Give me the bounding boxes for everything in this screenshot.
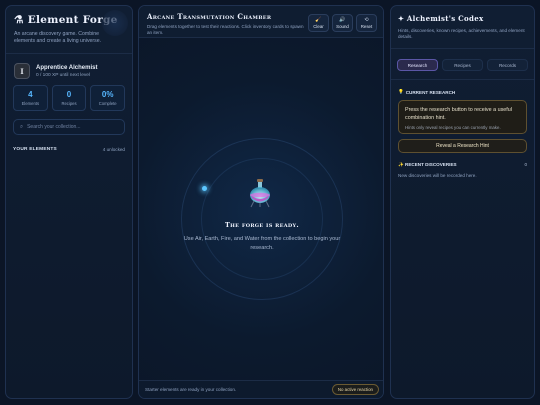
stat-value: 0% bbox=[101, 90, 114, 100]
search-box[interactable]: ⌕ bbox=[13, 119, 125, 136]
reset-button[interactable]: ⟲ Reset bbox=[356, 14, 377, 32]
lightbulb-icon: 💡 bbox=[398, 89, 404, 95]
rank-name: Apprentice Alchemist bbox=[36, 64, 98, 71]
forge-workspace[interactable]: The forge is ready. Use Air, Earth, Fire… bbox=[139, 38, 383, 382]
inner-ring bbox=[201, 158, 323, 280]
stats-row: 4 Elements 0 Recipes 0% Complete bbox=[6, 85, 132, 112]
floating-orb bbox=[202, 186, 207, 191]
stat-value: 4 bbox=[28, 90, 33, 100]
reveal-hint-button[interactable]: Reveal a Research Hint bbox=[398, 139, 527, 154]
discoveries-header: ✨ RECENT DISCOVERIES 0 bbox=[391, 162, 534, 168]
alembic-icon: ⚗ bbox=[14, 14, 24, 26]
codex-title: ✦ Alchemist's Codex bbox=[398, 14, 527, 23]
codex-tabs: Research Recipes Records bbox=[391, 59, 534, 72]
app-subtitle: An arcane discovery game. Combine elemen… bbox=[14, 31, 102, 45]
search-icon: ⌕ bbox=[20, 123, 24, 130]
app-window: ⚗ Element Forge An arcane discovery game… bbox=[0, 0, 540, 405]
decorative-orb bbox=[102, 10, 128, 36]
reaction-badge: No active reaction bbox=[331, 384, 379, 395]
broom-icon: 🧹 bbox=[315, 17, 322, 23]
codex-title-text: Alchemist's Codex bbox=[406, 14, 484, 23]
transmutation-chamber: Arcane Transmutation Chamber Drag elemen… bbox=[138, 5, 384, 399]
tab-records[interactable]: Records bbox=[487, 59, 528, 72]
stat-complete: 0% Complete bbox=[90, 85, 126, 112]
chamber-header: Arcane Transmutation Chamber Drag elemen… bbox=[139, 6, 383, 38]
codex-header: ✦ Alchemist's Codex Hints, discoveries, … bbox=[391, 6, 534, 40]
sparkle-icon: ✦ bbox=[398, 14, 405, 23]
brand-header: ⚗ Element Forge An arcane discovery game… bbox=[6, 6, 132, 45]
sound-label: Sound bbox=[336, 24, 349, 29]
forge-status-text: Use Air, Earth, Fire, and Water from the… bbox=[183, 236, 341, 251]
elements-count: 4 unlocked bbox=[102, 147, 125, 153]
forge-status-title: The forge is ready. bbox=[225, 221, 299, 229]
tab-recipes[interactable]: Recipes bbox=[442, 59, 483, 72]
discoveries-count: 0 bbox=[524, 162, 527, 168]
rank-card: I Apprentice Alchemist 0 / 100 XP until … bbox=[6, 54, 132, 85]
hint-box: Press the research button to receive a u… bbox=[398, 100, 527, 135]
sparkles-icon: ✨ bbox=[398, 162, 404, 168]
tab-research[interactable]: Research bbox=[397, 59, 438, 72]
research-section-title: 💡 CURRENT RESEARCH bbox=[391, 89, 534, 95]
chamber-toolbar: 🧹 Clear 🔊 Sound ⟲ Reset bbox=[308, 14, 377, 32]
stat-value: 0 bbox=[66, 90, 72, 100]
rank-xp: 0 / 100 XP until next level bbox=[36, 72, 91, 78]
elements-header: YOUR ELEMENTS 4 unlocked bbox=[6, 135, 132, 152]
stat-recipes: 0 Recipes bbox=[51, 85, 87, 112]
inventory-panel: ⚗ Element Forge An arcane discovery game… bbox=[5, 5, 133, 399]
divider bbox=[391, 48, 534, 50]
stat-label: Recipes bbox=[61, 101, 77, 107]
stat-elements: 4 Elements bbox=[13, 85, 48, 112]
discoveries-title-text: RECENT DISCOVERIES bbox=[405, 162, 457, 168]
research-title-text: CURRENT RESEARCH bbox=[405, 89, 456, 95]
chamber-subtitle: Drag elements together to test their rea… bbox=[147, 24, 304, 35]
elements-title: YOUR ELEMENTS bbox=[13, 147, 57, 153]
footer-status: Starter elements are ready in your colle… bbox=[145, 387, 237, 392]
clear-button[interactable]: 🧹 Clear bbox=[308, 14, 329, 32]
stat-label: Elements bbox=[21, 101, 40, 107]
codex-panel: ✦ Alchemist's Codex Hints, discoveries, … bbox=[390, 5, 535, 399]
discoveries-title: ✨ RECENT DISCOVERIES bbox=[398, 162, 457, 168]
flask-icon bbox=[250, 179, 270, 208]
clear-label: Clear bbox=[313, 24, 324, 29]
codex-subtitle: Hints, discoveries, known recipes, achie… bbox=[398, 28, 525, 40]
speaker-icon: 🔊 bbox=[339, 17, 346, 23]
stat-label: Complete bbox=[98, 101, 117, 107]
discoveries-empty: New discoveries will be recorded here. bbox=[398, 173, 477, 179]
sound-button[interactable]: 🔊 Sound bbox=[332, 14, 353, 32]
chamber-footer: Starter elements are ready in your colle… bbox=[139, 380, 383, 398]
reset-label: Reset bbox=[360, 24, 373, 29]
reset-icon: ⟲ bbox=[364, 17, 369, 23]
divider bbox=[391, 79, 534, 81]
search-input[interactable] bbox=[27, 124, 118, 131]
rank-badge: I bbox=[14, 63, 30, 80]
hint-sub-text: Hints only reveal recipes you can curren… bbox=[405, 124, 501, 130]
hint-main-text: Press the research button to receive a u… bbox=[405, 107, 512, 121]
